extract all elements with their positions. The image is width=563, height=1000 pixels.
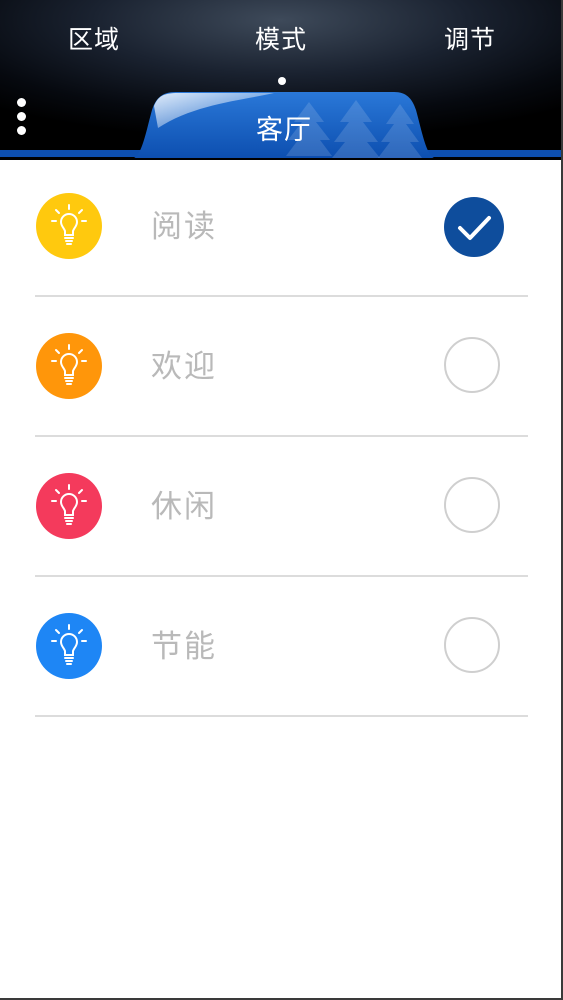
lightbulb-icon: [51, 344, 87, 385]
row-divider: [35, 715, 528, 717]
checkmark-icon: [458, 216, 491, 240]
mode-radio[interactable]: [444, 337, 500, 393]
lightbulb-icon: [51, 204, 87, 245]
mode-row-welcome[interactable]: 欢迎: [0, 297, 563, 437]
lightbulb-icon: [51, 624, 87, 665]
tab-adjust[interactable]: 调节: [444, 22, 496, 58]
mode-label: 阅读: [151, 209, 217, 245]
mode-list: 阅读 欢迎 休闲 节能: [0, 157, 563, 717]
bulb-badge: [36, 333, 102, 399]
mode-row-reading[interactable]: 阅读: [0, 157, 563, 297]
more-vertical-icon[interactable]: [12, 98, 32, 138]
room-name: 客厅: [256, 115, 312, 146]
room-selector-tab[interactable]: 客厅: [134, 92, 434, 158]
mode-row-leisure[interactable]: 休闲: [0, 437, 563, 577]
mode-radio[interactable]: [444, 477, 500, 533]
mode-label: 欢迎: [151, 349, 217, 385]
page-indicator-dot: [278, 77, 286, 85]
mode-radio[interactable]: [444, 617, 500, 673]
lightbulb-icon: [51, 484, 87, 525]
bulb-badge: [36, 473, 102, 539]
tab-mode[interactable]: 模式: [255, 22, 307, 58]
mode-radio-selected[interactable]: [444, 197, 504, 257]
mode-row-energy-saving[interactable]: 节能: [0, 577, 563, 717]
tab-area[interactable]: 区域: [68, 22, 120, 58]
bulb-badge: [36, 193, 102, 259]
bulb-badge: [36, 613, 102, 679]
mode-label: 休闲: [151, 489, 217, 525]
mode-label: 节能: [151, 629, 217, 665]
